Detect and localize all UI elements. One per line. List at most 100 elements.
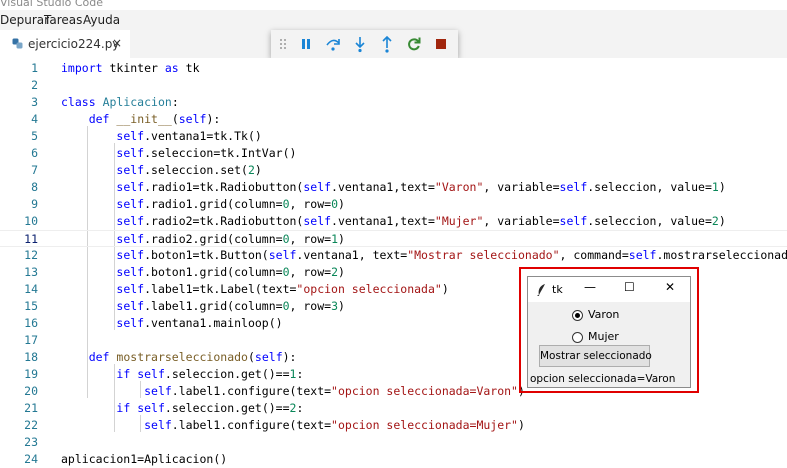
code-text: self.boton1=tk.Button(self.ventana1, tex… bbox=[61, 247, 787, 264]
code-token: aplicacion1=Aplicacion() bbox=[61, 452, 228, 466]
code-token: self bbox=[116, 180, 145, 194]
python-file-icon bbox=[12, 38, 23, 49]
line-number: 8 bbox=[31, 180, 38, 194]
code-line[interactable]: 12 self.boton1=tk.Button(self.ventana1, … bbox=[0, 247, 787, 264]
tab-close-icon[interactable]: × bbox=[112, 36, 122, 50]
line-number: 13 bbox=[24, 265, 38, 279]
code-line[interactable]: 24 aplicacion1=Aplicacion() bbox=[0, 451, 787, 468]
step-out-icon[interactable] bbox=[377, 34, 397, 54]
code-token: .ventana1.mainloop() bbox=[144, 316, 283, 330]
window-title: Visual Studio Code bbox=[0, 0, 104, 9]
line-number: 14 bbox=[24, 282, 38, 296]
line-number: 6 bbox=[31, 146, 38, 160]
code-line[interactable]: 6 self.seleccion=tk.IntVar() bbox=[0, 145, 787, 162]
code-line[interactable]: 22 self.label1.configure(text="opcion se… bbox=[0, 417, 787, 434]
radio-dot[interactable] bbox=[572, 332, 583, 343]
code-line[interactable]: 4 def __init__(self): bbox=[0, 111, 787, 128]
code-token: .label1.configure(text= bbox=[171, 418, 332, 432]
line-number: 11 bbox=[24, 232, 38, 246]
code-line[interactable]: 10 self.radio2=tk.Radiobutton(self.venta… bbox=[0, 213, 787, 230]
stop-icon[interactable] bbox=[431, 34, 451, 54]
code-token: ) bbox=[254, 163, 262, 177]
menu-item-ayuda[interactable]: Ayuda bbox=[83, 13, 120, 27]
restart-icon[interactable] bbox=[404, 34, 424, 54]
code-token: , variable= bbox=[483, 180, 560, 194]
code-token: , variable= bbox=[483, 214, 560, 228]
code-token: .mostrarseleccionado) bbox=[656, 248, 787, 262]
code-line[interactable]: 1 import tkinter as tk bbox=[0, 60, 787, 77]
code-line[interactable]: 9 self.radio1.grid(column=0, row=0) bbox=[0, 196, 787, 213]
menu-bar: Depurar Tareas Ayuda bbox=[0, 10, 787, 30]
code-token: , row= bbox=[289, 197, 332, 211]
code-token: .radio2.grid(column= bbox=[144, 232, 283, 246]
code-token: self bbox=[116, 214, 145, 228]
code-token: .radio1.grid(column= bbox=[144, 197, 283, 211]
code-line[interactable]: 8 self.radio1=tk.Radiobutton(self.ventan… bbox=[0, 179, 787, 196]
code-text: class Aplicacion: bbox=[61, 94, 179, 111]
pause-icon[interactable] bbox=[296, 34, 316, 54]
code-token: ) bbox=[338, 265, 345, 279]
code-token: .label1=tk.Label(text= bbox=[144, 282, 297, 296]
code-token: self bbox=[116, 146, 145, 160]
minimize-icon[interactable]: — bbox=[584, 280, 596, 294]
code-line[interactable]: 5 self.ventana1=tk.Tk() bbox=[0, 128, 787, 145]
code-line[interactable]: 23 bbox=[0, 434, 787, 451]
line-number: 24 bbox=[24, 452, 38, 466]
feather-icon bbox=[537, 284, 545, 296]
step-into-icon[interactable] bbox=[350, 34, 370, 54]
code-token: __init__ bbox=[116, 112, 172, 126]
code-editor[interactable]: 1 import tkinter as tk 2 3 class Aplicacion:… bbox=[0, 58, 787, 466]
code-token: import bbox=[61, 61, 103, 75]
code-line[interactable]: 2 bbox=[0, 77, 787, 94]
maximize-icon[interactable]: ☐ bbox=[624, 280, 635, 294]
line-number: 16 bbox=[24, 316, 38, 330]
step-over-icon[interactable] bbox=[323, 34, 343, 54]
code-token: self bbox=[303, 180, 332, 194]
code-token: Aplicacion bbox=[102, 95, 172, 109]
line-number: 9 bbox=[31, 197, 38, 211]
code-token: ) bbox=[718, 180, 726, 194]
line-number: 22 bbox=[24, 418, 38, 432]
menu-item-tareas[interactable]: Tareas bbox=[44, 13, 82, 27]
line-number: 23 bbox=[24, 435, 38, 449]
code-line[interactable]: 21 if self.seleccion.get()==2: bbox=[0, 400, 787, 417]
mostrar-seleccionado-button[interactable]: Mostrar seleccionado bbox=[539, 345, 652, 367]
tab-ejercicio224[interactable]: ejercicio224.py × bbox=[0, 30, 130, 58]
code-token: .radio2=tk.Radiobutton( bbox=[144, 214, 304, 228]
code-token: self bbox=[116, 197, 145, 211]
code-text: self.radio1=tk.Radiobutton(self.ventana1… bbox=[61, 179, 726, 196]
code-text: self.seleccion=tk.IntVar() bbox=[61, 145, 296, 162]
radio-selected-indicator bbox=[575, 313, 580, 318]
code-token: ) bbox=[517, 418, 525, 432]
drag-handle-icon[interactable] bbox=[277, 34, 289, 54]
code-line[interactable]: 3 class Aplicacion: bbox=[0, 94, 787, 111]
tk-titlebar: tk — ☐ ✕ bbox=[528, 277, 690, 302]
code-token: .seleccion, value= bbox=[587, 180, 712, 194]
code-token: if bbox=[116, 367, 131, 381]
code-token: "opcion seleccionada" bbox=[296, 282, 442, 296]
code-line[interactable]: 7 self.seleccion.set(2) bbox=[0, 162, 787, 179]
code-token: self bbox=[144, 384, 172, 398]
code-token: .ventana1,text= bbox=[331, 214, 435, 228]
close-icon[interactable]: ✕ bbox=[665, 280, 675, 294]
line-number: 10 bbox=[24, 214, 38, 228]
code-token: .seleccion.set( bbox=[144, 163, 248, 177]
menu-item-depurar[interactable]: Depurar bbox=[0, 13, 49, 27]
code-token: 2 bbox=[247, 163, 255, 177]
code-token: , row= bbox=[289, 265, 332, 279]
code-text: def __init__(self): bbox=[61, 111, 221, 128]
radio-dot[interactable] bbox=[572, 310, 583, 321]
code-token: ): bbox=[206, 112, 221, 126]
code-token: .boton1.grid(column= bbox=[144, 265, 283, 279]
code-token: self bbox=[116, 163, 145, 177]
code-token: self bbox=[116, 232, 145, 246]
debug-toolbar bbox=[271, 30, 458, 58]
code-line[interactable]: 11 self.radio2.grid(column=0, row=1) bbox=[0, 230, 787, 247]
code-token: 3 bbox=[331, 299, 338, 313]
code-token: self bbox=[178, 112, 207, 126]
